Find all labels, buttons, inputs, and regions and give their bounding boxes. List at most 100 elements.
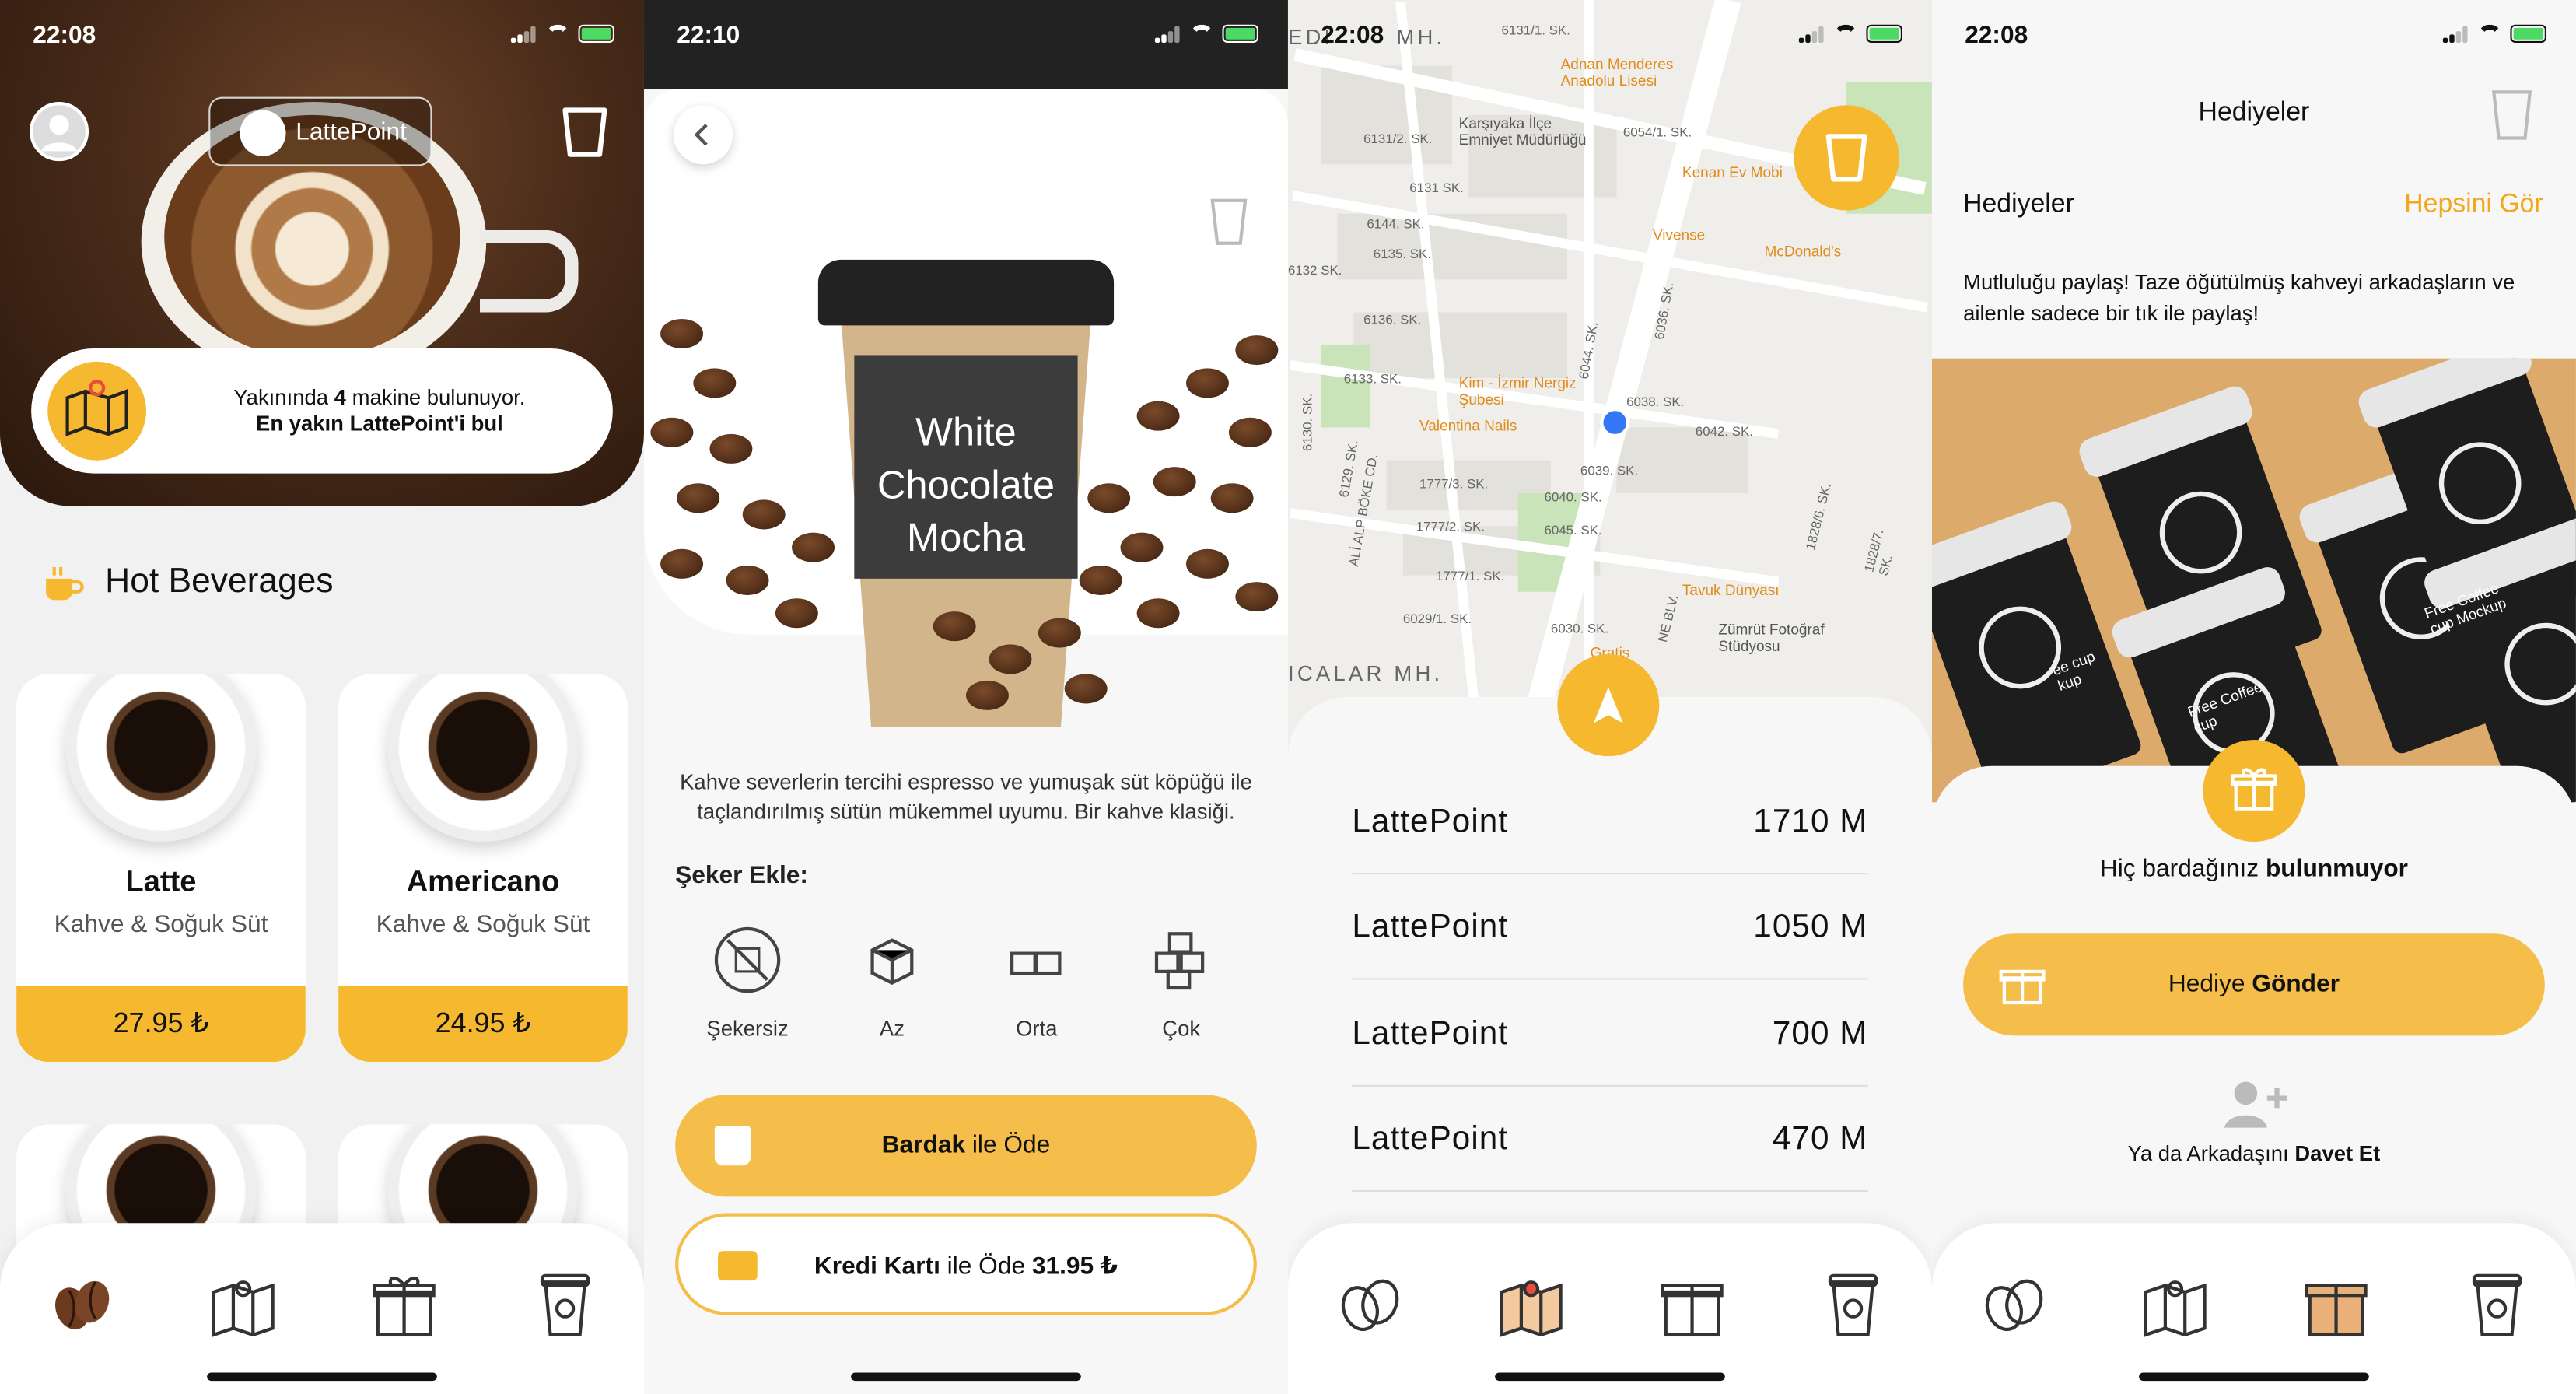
sugar-option-high[interactable]: Çok <box>1129 920 1234 1041</box>
see-all-link[interactable]: Hepsini Gör <box>2404 191 2543 220</box>
status-time: 22:08 <box>33 21 96 50</box>
map-icon <box>2144 1280 2207 1337</box>
home-indicator <box>207 1372 437 1382</box>
home-indicator <box>1495 1372 1725 1382</box>
poi-kim: Kim - İzmir Nergiz Şubesi <box>1458 374 1577 408</box>
tab-cups[interactable] <box>1817 1269 1889 1341</box>
pay-with-card-button[interactable]: Kredi Kartı ile Öde 31.95 ₺ <box>675 1213 1257 1315</box>
battery-icon <box>578 24 614 43</box>
product-price[interactable]: 24.95 ₺ <box>338 986 628 1063</box>
tab-bar <box>1931 1223 2576 1394</box>
sugar-cubes-icon <box>1004 927 1069 993</box>
cup-icon[interactable] <box>2490 89 2533 142</box>
status-time: 22:08 <box>1965 21 2028 50</box>
back-button[interactable] <box>674 105 733 165</box>
coffee-cup-icon <box>2472 1273 2522 1337</box>
tab-menu[interactable] <box>1978 1269 2050 1341</box>
tab-bar <box>0 1223 644 1394</box>
location-row[interactable]: LattePoint 1050 M <box>1352 873 1868 980</box>
poi-studio: Zümrüt Fotoğraf Stüdyosu <box>1718 621 1825 655</box>
location-row[interactable]: LattePoint 470 M <box>1352 1085 1868 1193</box>
gift-description: Mutluluğu paylaş! Taze öğütülmüş kahveyi… <box>1963 269 2515 326</box>
signal-icon <box>1154 25 1181 42</box>
wifi-icon <box>545 24 570 43</box>
wifi-icon <box>2477 24 2502 43</box>
battery-icon <box>1222 24 1258 43</box>
poi-nails: Valentina Nails <box>1419 417 1517 434</box>
home-screen: 22:08 LattePoint Yakınında 4 makine bulu… <box>0 0 644 1394</box>
sugar-cube-icon <box>859 927 925 993</box>
sugar-option-none[interactable]: Şekersiz <box>695 920 800 1041</box>
poi-mcdonalds: McDonald's <box>1764 243 1842 260</box>
product-card-americano[interactable]: Americano Kahve & Soğuk Süt 24.95 ₺ <box>338 674 628 1063</box>
poi-vivense: Vivense <box>1652 226 1706 243</box>
tab-gifts[interactable] <box>2300 1269 2372 1341</box>
map-icon <box>1500 1280 1563 1337</box>
tab-cups[interactable] <box>2461 1269 2533 1341</box>
coffee-beans-icon <box>1985 1279 2043 1332</box>
cup-illustration: White Chocolate Mocha <box>817 259 1115 727</box>
page-title: Hediyeler <box>2198 98 2310 127</box>
status-time: 22:10 <box>677 21 740 50</box>
tab-cups[interactable] <box>529 1269 601 1341</box>
status-bar: 22:08 <box>0 0 644 75</box>
gift-promo-image: Free Coffee cup Mockup Free Coffee cup e… <box>1931 358 2576 803</box>
no-cup-message: Hiç bardağınız bulunmuyor <box>2099 854 2409 883</box>
tab-map[interactable] <box>207 1269 279 1341</box>
section-title: Hot Beverages <box>105 562 334 601</box>
pay-with-cup-button[interactable]: Bardak ile Öde <box>675 1095 1257 1197</box>
poi-police: Karşıyaka İlçe Emniyet Müdürlüğü <box>1458 114 1587 149</box>
tab-gifts[interactable] <box>1656 1269 1728 1341</box>
map-cup-button[interactable] <box>1794 105 1899 211</box>
hot-beverage-icon <box>43 566 86 601</box>
tab-map[interactable] <box>2139 1269 2211 1341</box>
battery-icon <box>2510 24 2546 43</box>
location-row[interactable]: LattePoint 700 M <box>1352 979 1868 1087</box>
coffee-cup-icon <box>540 1273 590 1337</box>
sugar-option-low[interactable]: Az <box>839 920 944 1041</box>
profile-avatar[interactable] <box>30 102 89 162</box>
sugar-option-medium[interactable]: Orta <box>984 920 1089 1041</box>
tab-menu[interactable] <box>1334 1269 1406 1341</box>
poi-furniture: Kenan Ev Mobi <box>1682 164 1783 181</box>
signal-icon <box>510 25 537 42</box>
navigation-arrow-icon <box>1593 687 1623 723</box>
location-row[interactable]: LattePoint 1710 M <box>1352 768 1868 875</box>
product-card-latte[interactable]: Latte Kahve & Soğuk Süt 27.95 ₺ <box>16 674 306 1063</box>
tab-gifts[interactable] <box>368 1269 440 1341</box>
gifts-screen: 22:08 Hediyeler Hediyeler Hepsini Gör Mu… <box>1931 0 2576 1394</box>
brand-logo: LattePoint <box>208 96 432 166</box>
add-user-icon[interactable] <box>2221 1078 2291 1131</box>
cup-icon <box>1825 134 1867 182</box>
poi-tavuk: Tavuk Dünyası <box>1682 582 1780 599</box>
product-subtitle: Kahve & Soğuk Süt <box>376 910 590 939</box>
home-indicator <box>851 1372 1081 1382</box>
invite-friend-link[interactable]: Ya da Arkadaşını Davet Et <box>1932 1141 2576 1166</box>
map-screen: EDİ MH. 6131/1. SK. Adnan Menderes Anado… <box>1287 0 1932 1394</box>
status-bar: 22:08 <box>1288 0 1932 75</box>
home-indicator <box>2139 1372 2369 1382</box>
wifi-icon <box>1189 24 1214 43</box>
product-description: Kahve severlerin tercihi espresso ve yum… <box>680 769 1252 824</box>
coffee-cup-image <box>65 674 257 842</box>
cup-icon[interactable] <box>562 105 607 158</box>
gifts-section-title: Hediyeler <box>1963 191 2074 219</box>
sugar-title: Şeker Ekle: <box>675 861 808 890</box>
product-name: Latte <box>125 864 197 898</box>
navigate-button[interactable] <box>1557 654 1660 757</box>
coffee-cup-icon <box>1828 1273 1878 1337</box>
gift-icon <box>373 1276 436 1337</box>
cup-icon[interactable] <box>1209 198 1249 247</box>
find-nearest-card[interactable]: Yakınında 4 makine bulunuyor. En yakın L… <box>31 348 613 474</box>
gift-icon <box>2203 739 2305 842</box>
status-time: 22:08 <box>1321 21 1384 50</box>
product-price[interactable]: 27.95 ₺ <box>16 986 306 1063</box>
tab-map[interactable] <box>1495 1269 1567 1341</box>
gift-icon <box>1661 1284 1724 1337</box>
map-pin-icon <box>47 361 146 461</box>
tab-menu[interactable] <box>46 1269 118 1341</box>
wifi-icon <box>1833 24 1858 43</box>
coffee-beans-icon <box>1341 1279 1399 1332</box>
gift-icon <box>2305 1284 2368 1337</box>
send-gift-button[interactable]: Hediye Gönder <box>1963 933 2545 1036</box>
